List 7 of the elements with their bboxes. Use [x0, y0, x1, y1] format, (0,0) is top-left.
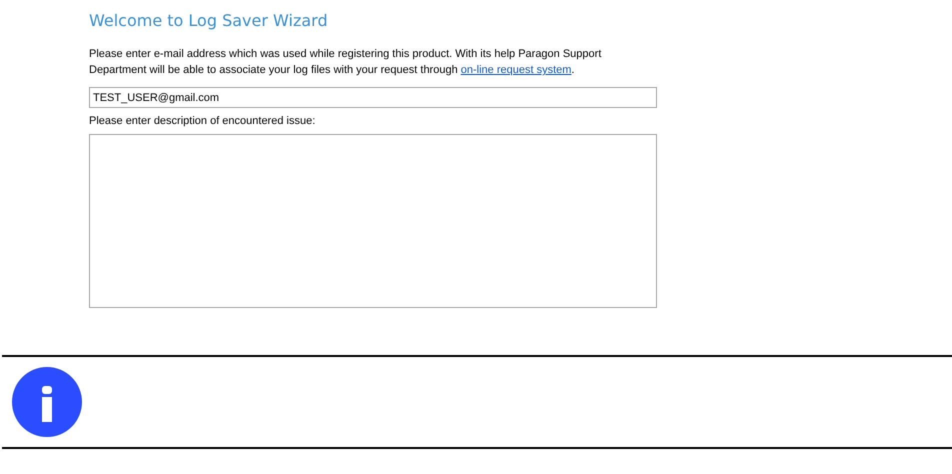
request-system-link[interactable]: on-line request system — [460, 64, 572, 76]
info-icon — [12, 367, 82, 437]
description-label: Please enter description of encountered issue: — [89, 115, 316, 129]
email-field[interactable]: TEST_USER@gmail.com — [89, 87, 657, 108]
description-field[interactable] — [89, 134, 657, 308]
wizard-title: Welcome to Log Saver Wizard — [89, 11, 329, 32]
intro-paragraph: Please enter e-mail address which was used while registering this product. With its help Paragon Support Department will be able to associate your log files with your request through on-line request system. — [89, 47, 602, 78]
